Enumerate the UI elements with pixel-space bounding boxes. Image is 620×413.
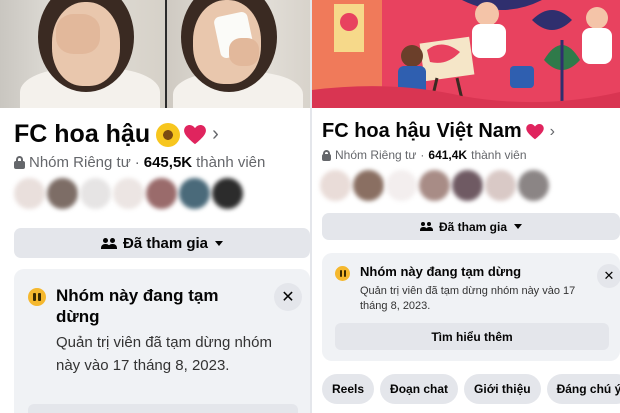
member-avatar[interactable] — [146, 178, 177, 209]
member-avatar[interactable] — [386, 170, 417, 201]
joined-button[interactable]: Đã tham gia — [322, 213, 620, 240]
member-avatar[interactable] — [179, 178, 210, 209]
paused-notice: Nhóm này đang tạm dừng Quản trị viên đã … — [322, 253, 620, 361]
cover-illustration — [312, 0, 620, 108]
member-avatar[interactable] — [113, 178, 144, 209]
paused-notice: Nhóm này đang tạm dừng Quản trị viên đã … — [14, 269, 310, 413]
joined-button[interactable]: Đã tham gia — [14, 228, 310, 258]
close-icon[interactable]: ✕ — [274, 283, 302, 311]
right-group-screen: FC hoa hậu Việt Nam › Nhóm Riêng tư · 64… — [312, 0, 620, 413]
lock-icon — [14, 156, 25, 169]
member-avatars[interactable] — [14, 178, 245, 209]
group-tabs: Reels Đoạn chat Giới thiệu Đáng chú ý — [322, 374, 620, 404]
left-group-screen: FC hoa hậu › Nhóm Riêng tư · 645,5K thàn… — [0, 0, 310, 413]
heart-icon — [525, 123, 544, 139]
member-suffix: thành viên — [196, 154, 266, 171]
group-cover-photo[interactable] — [0, 0, 310, 108]
member-avatar[interactable] — [353, 170, 384, 201]
lock-icon — [322, 149, 331, 161]
chevron-right-icon: › — [212, 123, 219, 145]
notice-body: Quản trị viên đã tạm dừng nhóm này vào 1… — [360, 285, 576, 312]
group-meta: Nhóm Riêng tư · 645,5K thành viên — [14, 154, 265, 171]
people-icon — [419, 222, 433, 231]
group-name[interactable]: FC hoa hậu › — [14, 120, 219, 149]
sunflower-icon — [156, 122, 181, 147]
tab-reels[interactable]: Reels — [322, 374, 375, 404]
cover-video-still-2 — [167, 0, 310, 108]
learn-more-button[interactable]: Tìm hiểu thêm — [335, 323, 609, 350]
people-icon — [100, 237, 117, 249]
heart-icon — [184, 124, 207, 144]
pause-icon — [28, 288, 46, 306]
member-avatar[interactable] — [47, 178, 78, 209]
member-avatar[interactable] — [320, 170, 351, 201]
caret-down-icon — [514, 224, 522, 229]
member-count[interactable]: 645,5K — [144, 154, 192, 171]
close-icon[interactable]: ✕ — [597, 264, 620, 288]
notice-body: Quản trị viên đã tạm dừng nhóm này vào 1… — [56, 334, 272, 374]
joined-button-label: Đã tham gia — [438, 219, 507, 234]
chevron-right-icon: › — [549, 122, 555, 140]
member-avatar[interactable] — [452, 170, 483, 201]
group-name-text: FC hoa hậu — [14, 120, 151, 148]
member-count[interactable]: 641,4K — [428, 148, 467, 162]
pause-icon — [335, 266, 350, 281]
joined-button-label: Đã tham gia — [122, 234, 209, 252]
member-suffix: thành viên — [471, 148, 527, 162]
group-name-text: FC hoa hậu Việt Nam — [322, 120, 522, 142]
member-avatar[interactable] — [518, 170, 549, 201]
member-avatar[interactable] — [80, 178, 111, 209]
member-avatar[interactable] — [485, 170, 516, 201]
group-privacy[interactable]: Nhóm Riêng tư — [29, 154, 131, 171]
group-privacy[interactable]: Nhóm Riêng tư — [335, 148, 416, 162]
tab-about[interactable]: Giới thiệu — [464, 374, 541, 404]
tab-chats[interactable]: Đoạn chat — [380, 374, 459, 404]
notice-title: Nhóm này đang tạm dừng — [56, 286, 219, 326]
notice-title: Nhóm này đang tạm dừng — [360, 264, 522, 279]
learn-more-button[interactable] — [28, 404, 298, 413]
group-cover-photo[interactable] — [312, 0, 620, 108]
caret-down-icon — [215, 240, 224, 246]
member-avatar[interactable] — [14, 178, 45, 209]
meta-separator: · — [420, 148, 425, 162]
member-avatar[interactable] — [212, 178, 243, 209]
group-meta: Nhóm Riêng tư · 641,4K thành viên — [322, 148, 527, 162]
cover-video-still-1 — [0, 0, 165, 108]
tab-featured[interactable]: Đáng chú ý — [546, 374, 620, 404]
member-avatars[interactable] — [320, 170, 551, 201]
meta-separator: · — [134, 154, 140, 171]
member-avatar[interactable] — [419, 170, 450, 201]
group-name[interactable]: FC hoa hậu Việt Nam › — [322, 120, 555, 143]
